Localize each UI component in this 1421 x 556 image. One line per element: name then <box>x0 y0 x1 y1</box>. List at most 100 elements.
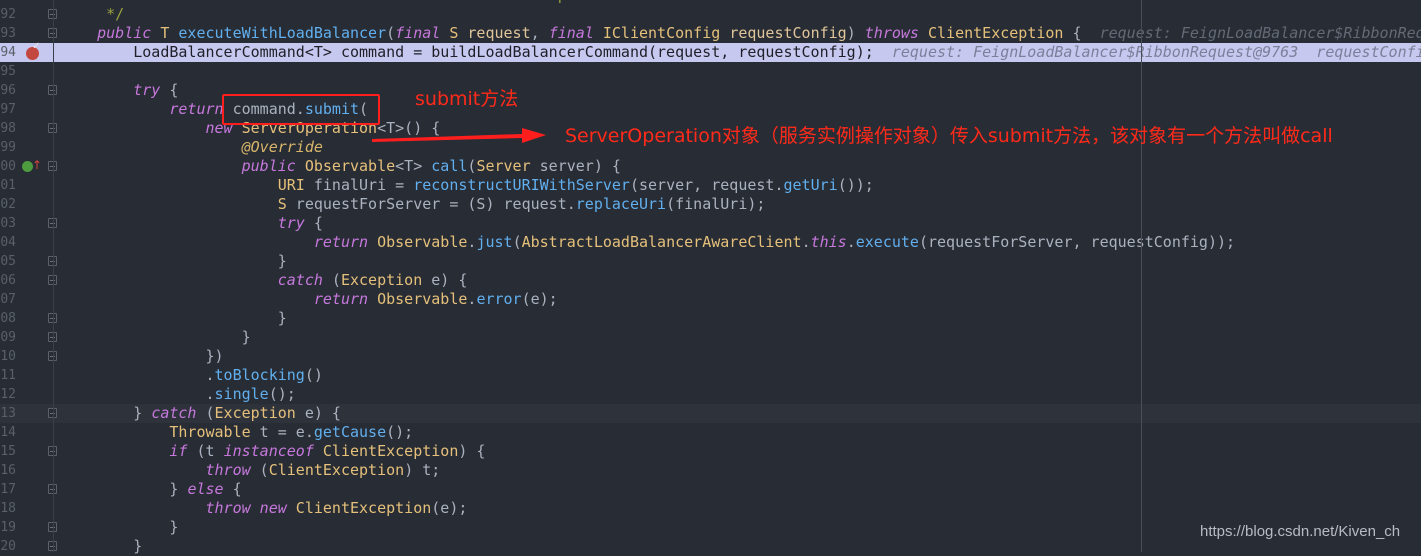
code-line[interactable]: 16 throw (ClientException) t; <box>0 461 1421 480</box>
line-number: 09 <box>0 330 16 345</box>
code-line[interactable]: 17 } else { <box>0 480 1421 499</box>
line-number: 11 <box>0 368 16 383</box>
code-line[interactable]: 95 <box>0 62 1421 81</box>
code-line[interactable]: 07 return Observable.error(e); <box>0 290 1421 309</box>
line-number: 94 <box>0 45 16 60</box>
code-token: ClientException <box>286 499 432 517</box>
code-text: public Observable<T> call(Server server)… <box>61 157 621 176</box>
code-line[interactable]: 97 return command.submit( <box>0 100 1421 119</box>
code-line-current-debug[interactable]: 94 LoadBalancerCommand<T> command = buil… <box>0 43 1421 62</box>
code-line[interactable]: 92 */ <box>0 5 1421 24</box>
code-text: S requestForServer = (S) request.replace… <box>61 195 766 214</box>
code-line[interactable]: 15 if (t instanceof ClientException) { <box>0 442 1421 461</box>
code-token: (e); <box>521 290 558 308</box>
code-text: .toBlocking() <box>61 366 322 385</box>
code-line[interactable]: 14 Throwable t = e.getCause(); <box>0 423 1421 442</box>
code-token: { <box>223 480 242 498</box>
code-token: ClientException <box>268 461 405 479</box>
code-token: e) { <box>422 271 468 289</box>
code-token: catch <box>151 404 197 422</box>
code-token: (e); <box>431 499 468 517</box>
code-token: executeWithLoadBalancer <box>178 24 387 42</box>
code-line[interactable]: 12 .single(); <box>0 385 1421 404</box>
code-text: @Override <box>61 138 323 157</box>
code-token: final <box>548 24 594 42</box>
code-text: LoadBalancerCommand<T> command = buildLo… <box>61 43 1421 62</box>
line-number: 95 <box>0 64 16 79</box>
code-token: @Override <box>241 138 323 156</box>
code-token: toBlocking <box>214 366 305 384</box>
code-text: try { <box>61 214 323 233</box>
code-line[interactable]: 13 } catch (Exception e) { <box>0 404 1421 423</box>
code-token: (server, request. <box>629 176 784 194</box>
code-token: instanceof <box>223 442 314 460</box>
line-number: 98 <box>0 121 16 136</box>
code-line[interactable]: 93 public T executeWithLoadBalancer(fina… <box>0 24 1421 43</box>
code-token: the which does not contain the host name… <box>61 0 639 4</box>
code-line[interactable]: 96 try { <box>0 81 1421 100</box>
code-text: } else { <box>61 480 242 499</box>
code-token: requestForServer = (S) request. <box>286 195 576 213</box>
code-text: if (t instanceof ClientException) { <box>61 442 485 461</box>
line-number: 97 <box>0 102 16 117</box>
code-editor[interactable]: 20 } 19 } 18 throw new ClientException(e);… <box>0 0 1421 555</box>
code-token: final <box>395 24 441 42</box>
line-number: 04 <box>0 235 16 250</box>
code-line[interactable]: 03 try { <box>0 214 1421 233</box>
code-line[interactable]: 11 .toBlocking() <box>0 366 1421 385</box>
code-token: e) { <box>295 404 341 422</box>
breakpoint-icon[interactable] <box>26 41 40 60</box>
line-number: 13 <box>0 406 16 421</box>
code-line[interactable]: 05 } <box>0 252 1421 271</box>
code-line[interactable]: 10 }) <box>0 347 1421 366</box>
code-token: ( <box>386 24 396 42</box>
code-text: return Observable.error(e); <box>61 290 558 309</box>
right-margin-guide <box>1141 0 1142 552</box>
code-token: } <box>61 252 287 270</box>
code-token: { <box>1072 24 1100 42</box>
code-token: } <box>61 480 188 498</box>
code-token: ()); <box>837 176 874 194</box>
code-line[interactable]: 18 throw new ClientException(e); <box>0 499 1421 518</box>
line-number: 19 <box>0 520 16 535</box>
code-token: <T> <box>395 157 432 175</box>
code-token: ( <box>512 233 522 251</box>
code-line[interactable]: 00 public Observable<T> call(Server serv… <box>0 157 1421 176</box>
code-line[interactable]: 06 catch (Exception e) { <box>0 271 1421 290</box>
line-number: 17 <box>0 482 16 497</box>
code-token: return <box>313 290 369 308</box>
code-line[interactable]: 02 S requestForServer = (S) request.repl… <box>0 195 1421 214</box>
line-number: 12 <box>0 387 16 402</box>
code-token: . <box>61 385 215 403</box>
code-token: URI <box>277 176 305 194</box>
code-token: }) <box>61 347 224 365</box>
code-token: Exception <box>214 404 296 422</box>
code-token: (); <box>268 385 296 403</box>
code-token: ) <box>846 24 865 42</box>
code-text: try { <box>61 81 178 100</box>
code-line[interactable]: 91 the which does not contain the host n… <box>0 0 1421 5</box>
line-number: 20 <box>0 539 16 554</box>
code-line[interactable]: 01 URI finalUri = reconstructURIWithServ… <box>0 176 1421 195</box>
code-token: } <box>61 328 251 346</box>
code-token: S <box>277 195 287 213</box>
code-line[interactable]: 09 } <box>0 328 1421 347</box>
code-token: Observable <box>295 157 396 175</box>
code-line[interactable]: 08 } <box>0 309 1421 328</box>
code-token: this <box>810 233 847 251</box>
code-token: throw <box>205 461 251 479</box>
code-text: return Observable. just(AbstractLoadBalan… <box>61 233 1235 252</box>
debug-inline-value: request: FeignLoadBalancer$RibbonRequest… <box>891 43 1421 61</box>
code-token: finalUri = <box>304 176 414 194</box>
code-line[interactable]: 04 return Observable. just(AbstractLoadBa… <box>0 233 1421 252</box>
code-token: } <box>61 537 143 555</box>
gutter-divider <box>53 0 54 552</box>
code-token: , <box>530 24 549 42</box>
